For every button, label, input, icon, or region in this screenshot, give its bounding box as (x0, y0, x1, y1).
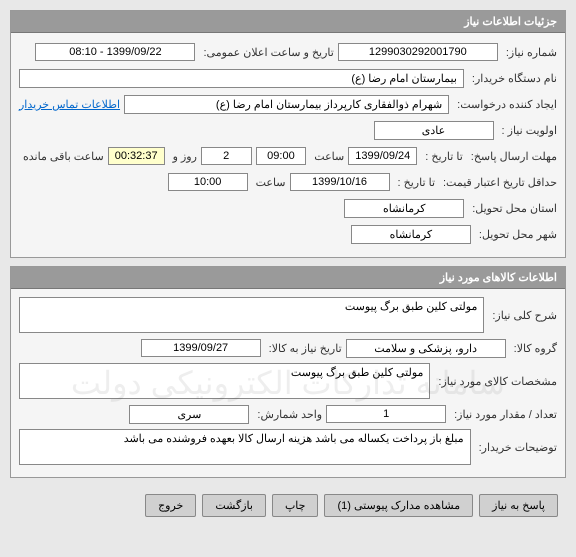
spec-label: مشخصات کالای مورد نیاز: (434, 375, 557, 388)
buyer-label: نام دستگاه خریدار: (468, 72, 557, 85)
time-label-2: ساعت (252, 176, 286, 189)
goods-panel: اطلاعات کالاهای مورد نیاز سامانه تدارکات… (10, 266, 566, 478)
announce-field: 1399/09/22 - 08:10 (35, 43, 195, 61)
qty-label: تعداد / مقدار مورد نیاز: (450, 408, 557, 421)
notes-field: مبلغ باز پرداخت یکساله می باشد هزینه ارس… (19, 429, 471, 465)
validity-to-label: تا تاریخ : (394, 176, 435, 189)
time-label-1: ساعت (310, 150, 344, 163)
unit-label: واحد شمارش: (253, 408, 322, 421)
action-bar: پاسخ به نیاز مشاهده مدارک پیوستی (1) چاپ… (10, 486, 566, 525)
desc-field: مولتی کلین طبق برگ پیوست (19, 297, 484, 333)
need-no-label: شماره نیاز: (502, 46, 557, 59)
need-to-label: تاریخ نیاز به کالا: (265, 342, 342, 355)
buyer-field: بیمارستان امام رضا (ع) (19, 69, 464, 88)
panel-header-1: جزئیات اطلاعات نیاز (11, 11, 565, 33)
unit-field: سری (129, 405, 249, 424)
priority-field: عادی (374, 121, 494, 140)
remain-label: ساعت باقی مانده (19, 150, 104, 163)
need-details-panel: جزئیات اطلاعات نیاز شماره نیاز: 12990302… (10, 10, 566, 258)
notes-label: توضیحات خریدار: (475, 441, 557, 454)
days-label: روز و (169, 150, 197, 163)
panel-header-2: اطلاعات کالاهای مورد نیاز (11, 267, 565, 289)
priority-label: اولویت نیاز : (498, 124, 557, 137)
city-field: کرمانشاه (351, 225, 471, 244)
to-date-label: تا تاریخ : (421, 150, 462, 163)
announce-label: تاریخ و ساعت اعلان عمومی: (199, 46, 333, 59)
days-field: 2 (201, 147, 252, 165)
need-to-field: 1399/09/27 (141, 339, 261, 357)
city-label: شهر محل تحویل: (475, 228, 557, 241)
to-date-field: 1399/09/24 (348, 147, 417, 165)
requester-field: شهرام ذوالفقاری کارپرداز بیمارستان امام … (124, 95, 449, 114)
requester-label: ایجاد کننده درخواست: (453, 98, 557, 111)
exit-button[interactable]: خروج (145, 494, 196, 517)
contact-link[interactable]: اطلاعات تماس خریدار (19, 98, 120, 111)
need-no-field: 1299030292001790 (338, 43, 498, 61)
desc-label: شرح کلی نیاز: (488, 309, 557, 322)
group-label: گروه کالا: (510, 342, 557, 355)
to-time-field: 09:00 (256, 147, 307, 165)
back-button[interactable]: بازگشت (202, 494, 266, 517)
group-field: دارو، پزشکی و سلامت (346, 339, 506, 358)
spec-field: مولتی کلین طبق برگ پیوست (19, 363, 430, 399)
deadline-label: مهلت ارسال پاسخ: (467, 150, 557, 163)
qty-field: 1 (326, 405, 446, 423)
province-field: کرمانشاه (344, 199, 464, 218)
province-label: استان محل تحویل: (468, 202, 557, 215)
remain-field: 00:32:37 (108, 147, 165, 165)
print-button[interactable]: چاپ (272, 494, 319, 517)
validity-label: حداقل تاریخ اعتبار قیمت: (439, 176, 557, 189)
validity-time-field: 10:00 (168, 173, 248, 191)
validity-date-field: 1399/10/16 (290, 173, 390, 191)
reply-button[interactable]: پاسخ به نیاز (479, 494, 558, 517)
attachments-button[interactable]: مشاهده مدارک پیوستی (1) (324, 494, 473, 517)
